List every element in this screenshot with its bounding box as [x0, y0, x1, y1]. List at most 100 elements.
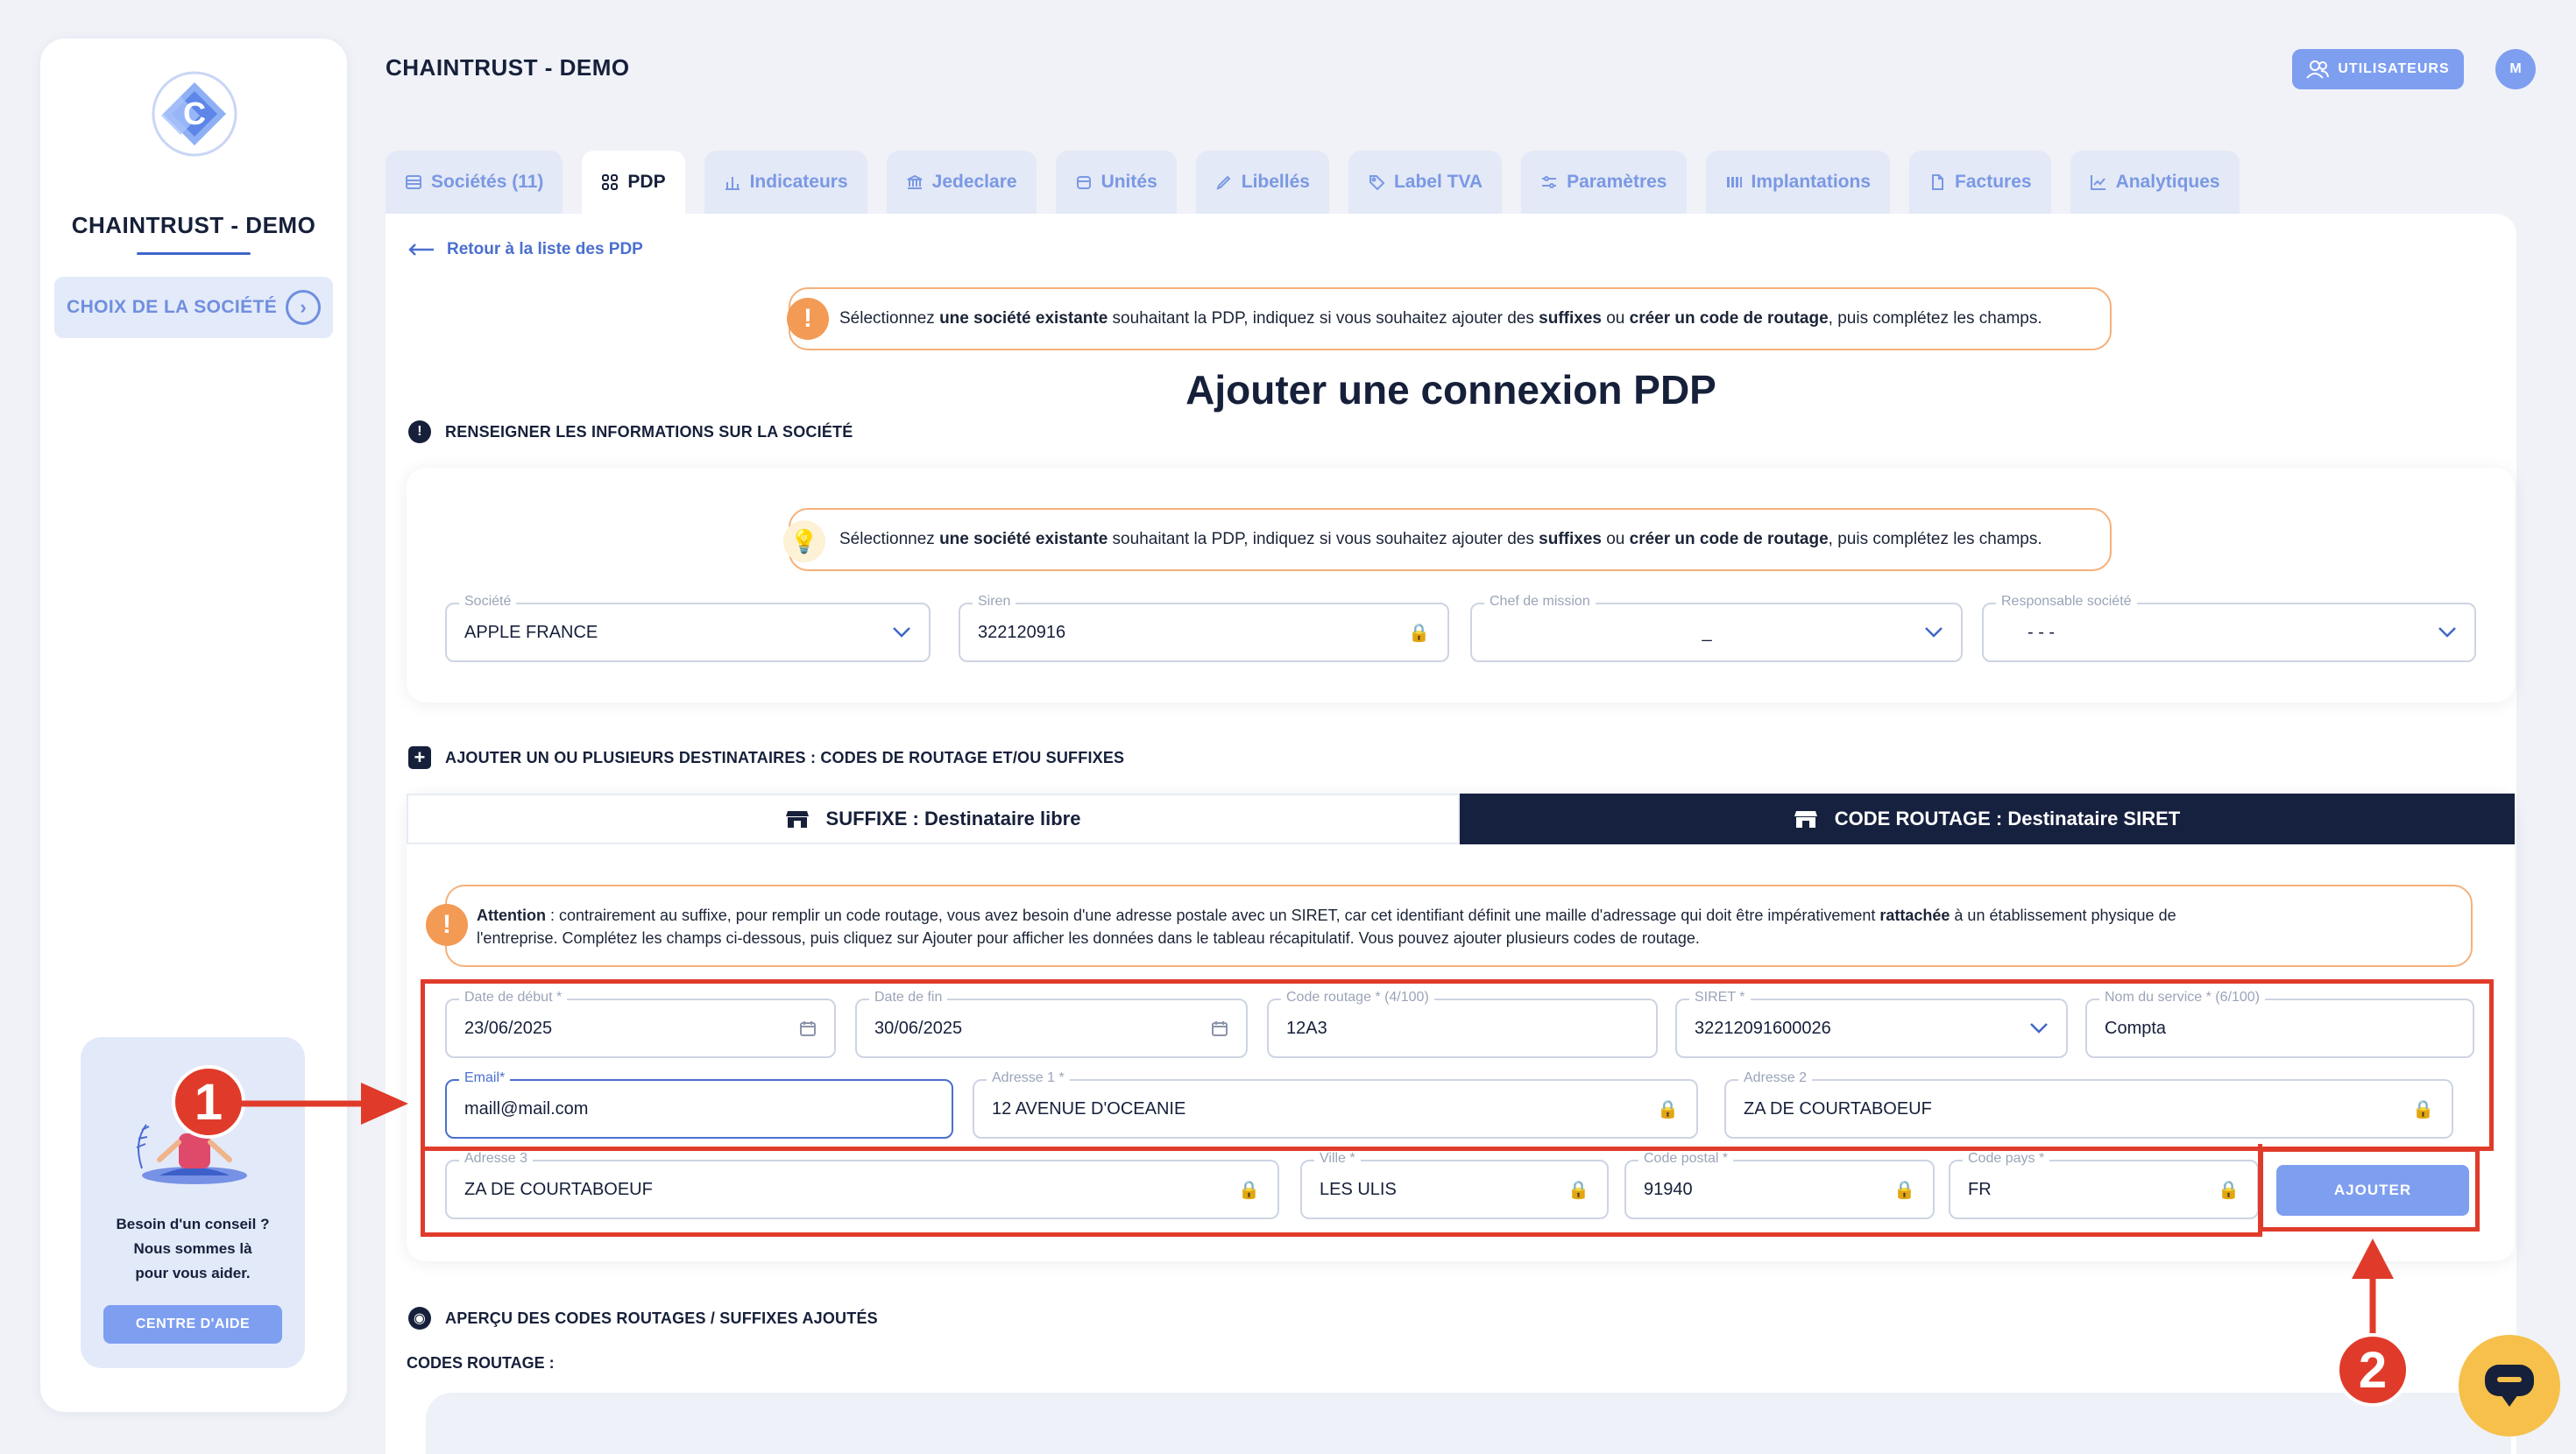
help-center-button[interactable]: CENTRE D'AIDE	[103, 1305, 282, 1344]
recipients-section-title: AJOUTER UN OU PLUSIEURS DESTINATAIRES : …	[445, 748, 1125, 766]
company-select[interactable]: Société APPLE FRANCE	[445, 594, 931, 662]
siren-value: 322120916	[978, 622, 1066, 642]
tab-factures[interactable]: Factures	[1909, 151, 2051, 214]
tag-icon	[1369, 175, 1385, 191]
help-line-2: Nous sommes là	[133, 1240, 252, 1257]
top-notice: ! Sélectionnez une société existante sou…	[787, 287, 2112, 350]
warning-icon: !	[787, 298, 829, 340]
sidebar-company-name: CHAINTRUST - DEMO	[71, 212, 316, 238]
chef-mission-value: _	[1702, 622, 1712, 642]
warning-part: : contrairement au suffixe, pour remplir…	[545, 907, 1880, 924]
chevron-down-icon	[893, 627, 910, 638]
preview-table-placeholder	[426, 1393, 2511, 1454]
user-avatar[interactable]: M	[2495, 49, 2536, 89]
siren-field[interactable]: Siren 322120916 🔒	[959, 594, 1449, 662]
lock-icon: 🔒	[1408, 623, 1430, 643]
company-card	[407, 468, 2515, 702]
notice-part: souhaitant la PDP, indiquez si vous souh…	[1108, 530, 1539, 548]
notice-part: souhaitant la PDP, indiquez si vous souh…	[1108, 309, 1539, 328]
svg-text:C: C	[183, 95, 206, 131]
columns-icon	[1726, 177, 1742, 187]
bank-icon	[907, 174, 923, 189]
warning-text: Attention : contrairement au suffixe, po…	[477, 904, 2418, 949]
sidebar: C CHAINTRUST - DEMO CHOIX DE LA SOCIÉTÉ …	[40, 39, 347, 1412]
chevron-right-circle-icon: ›	[286, 290, 321, 325]
warning-part: à un établissement physique de	[1950, 907, 2176, 924]
tab-label: PDP	[627, 172, 666, 192]
tab-label: Analytiques	[2115, 172, 2220, 192]
chaintrust-logo-icon: C	[152, 71, 237, 157]
tab-label: Label TVA	[1393, 172, 1483, 192]
annotation-form-highlight-lower	[421, 1144, 2262, 1237]
eye-icon: ◉	[408, 1307, 431, 1330]
warning-bold: Attention	[477, 907, 546, 924]
tab-label: Paramètres	[1567, 172, 1667, 192]
tab-label: Factures	[1955, 172, 2032, 192]
company-choice-button[interactable]: CHOIX DE LA SOCIÉTÉ ›	[54, 277, 333, 338]
company-section-title: RENSEIGNER LES INFORMATIONS SUR LA SOCIÉ…	[445, 422, 853, 441]
warning-part: l'entreprise. Complétez les champs ci-de…	[477, 929, 1700, 947]
company-section-heading: ! RENSEIGNER LES INFORMATIONS SUR LA SOC…	[408, 420, 853, 443]
chat-bubble-icon	[2485, 1365, 2534, 1407]
chef-mission-select[interactable]: Chef de mission _	[1470, 594, 1963, 662]
recipients-section-heading: + AJOUTER UN OU PLUSIEURS DESTINATAIRES …	[408, 746, 1124, 769]
users-button[interactable]: UTILISATEURS	[2292, 49, 2464, 89]
notice-text: Sélectionnez une société existante souha…	[839, 309, 2042, 328]
notice-bold: suffixes	[1539, 530, 1602, 548]
tab-pdp[interactable]: PDP	[582, 151, 685, 214]
chef-mission-label: Chef de mission	[1484, 594, 1596, 610]
back-to-pdp-list-link[interactable]: Retour à la liste des PDP	[408, 240, 643, 259]
info-icon: !	[408, 420, 431, 443]
suffix-toggle-label: SUFFIXE : Destinataire libre	[825, 808, 1081, 829]
tab-indicateurs[interactable]: Indicateurs	[704, 151, 867, 214]
warning-icon: !	[426, 904, 468, 946]
company-notice: 💡 Sélectionnez une société existante sou…	[783, 508, 2112, 571]
chat-support-button[interactable]	[2459, 1335, 2560, 1436]
notice-bold: créer un code de routage	[1629, 530, 1829, 548]
tab-label: Implantations	[1751, 172, 1872, 192]
grid-icon	[602, 174, 619, 190]
chevron-down-icon	[1925, 627, 1943, 638]
tab-bar: Sociétés (11) PDP Indicateurs Jedeclare …	[386, 151, 2240, 214]
annotation-arrow-right-icon	[237, 1083, 408, 1125]
users-icon	[2306, 60, 2330, 79]
file-icon	[1932, 174, 1944, 190]
line-chart-icon	[2090, 175, 2105, 190]
tab-label-tva[interactable]: Label TVA	[1348, 151, 1503, 214]
notice-part: Sélectionnez	[839, 530, 940, 548]
suffix-toggle[interactable]: SUFFIXE : Destinataire libre	[407, 794, 1460, 844]
routing-codes-subtitle: CODES ROUTAGE :	[407, 1354, 555, 1372]
company-choice-label: CHOIX DE LA SOCIÉTÉ	[67, 297, 278, 317]
tab-parametres[interactable]: Paramètres	[1521, 151, 1687, 214]
table-icon	[406, 175, 421, 189]
tab-libelles[interactable]: Libellés	[1195, 151, 1329, 214]
tab-unites[interactable]: Unités	[1055, 151, 1177, 214]
notice-part: ou	[1601, 309, 1630, 328]
notice-part: , puis complétez les champs.	[1828, 530, 2042, 548]
tab-analytiques[interactable]: Analytiques	[2070, 151, 2240, 214]
pen-icon	[1216, 175, 1231, 190]
help-line-3: pour vous aider.	[135, 1265, 251, 1281]
responsable-select[interactable]: Responsable société - - -	[1982, 594, 2476, 662]
sliders-icon	[1542, 176, 1557, 188]
routing-code-toggle[interactable]: CODE ROUTAGE : Destinataire SIRET	[1460, 794, 2515, 844]
tab-label: Indicateurs	[749, 172, 848, 192]
warning-bold: rattachée	[1879, 907, 1950, 924]
app-title: CHAINTRUST - DEMO	[386, 54, 630, 81]
notice-part: , puis complétez les champs.	[1828, 309, 2042, 328]
notice-part: ou	[1601, 530, 1630, 548]
notice-bold: une société existante	[939, 530, 1108, 548]
lightbulb-icon: 💡	[783, 520, 825, 562]
annotation-form-highlight	[421, 979, 2494, 1151]
tab-implantations[interactable]: Implantations	[1705, 151, 1891, 214]
siren-label: Siren	[973, 594, 1016, 610]
tab-label: Sociétés (11)	[431, 172, 544, 192]
notice-part: Sélectionnez	[839, 309, 940, 328]
plus-square-icon: +	[408, 746, 431, 769]
store-icon	[1794, 811, 1817, 828]
tab-societes[interactable]: Sociétés (11)	[386, 151, 563, 214]
preview-section-title: APERÇU DES CODES ROUTAGES / SUFFIXES AJO…	[445, 1309, 878, 1327]
tab-jedeclare[interactable]: Jedeclare	[886, 151, 1037, 214]
help-text: Besoin d'un conseil ? Nous sommes là pou…	[81, 1212, 305, 1286]
annotation-badge-2: 2	[2336, 1333, 2410, 1407]
